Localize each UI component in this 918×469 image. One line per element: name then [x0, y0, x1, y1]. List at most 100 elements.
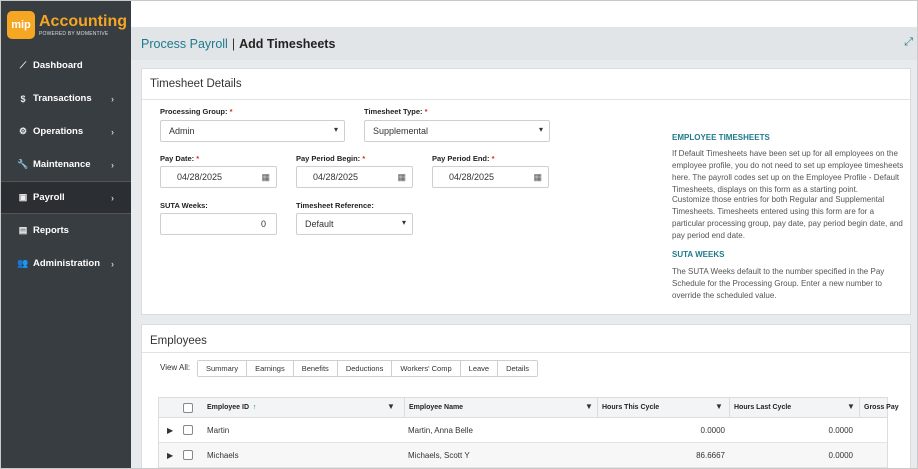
- suta-weeks-label: SUTA Weeks:: [160, 201, 208, 210]
- employee-id-cell: Martin: [207, 425, 230, 435]
- expand-row-icon[interactable]: ▶: [167, 418, 173, 442]
- pay-date-input[interactable]: 04/28/2025 ▦: [160, 166, 277, 188]
- view-all-label: View All:: [160, 363, 191, 372]
- column-employee-id[interactable]: Employee ID ↑: [207, 398, 256, 417]
- tab-deductions[interactable]: Deductions: [337, 361, 393, 376]
- customize-text: Customize those entries for both Regular…: [672, 195, 903, 240]
- app-window: mip Accounting POWERED BY MOMENTIVE ⟋ Da…: [0, 0, 918, 469]
- suta-weeks-heading: SUTA WEEKS: [672, 250, 725, 259]
- sidebar-item-transactions[interactable]: $ Transactions ›: [1, 82, 131, 115]
- calendar-icon[interactable]: ▦: [261, 172, 270, 183]
- sidebar-item-label: Administration: [33, 258, 101, 269]
- sidebar-item-label: Transactions: [33, 93, 92, 104]
- column-gross-pay[interactable]: Gross Pay: [859, 398, 899, 417]
- column-hours-last-cycle[interactable]: Hours Last Cycle: [729, 398, 791, 417]
- breadcrumb-separator: |: [231, 36, 236, 51]
- table-row[interactable]: ▶ Martin Martin, Anna Belle 0.0000 0.000…: [159, 418, 887, 443]
- hours-last-cycle-cell: 0.0000: [828, 425, 853, 435]
- timesheet-reference-value: Default: [305, 219, 334, 229]
- card-title: Employees: [150, 335, 207, 347]
- view-tabs: Summary Earnings Benefits Deductions Wor…: [197, 360, 539, 377]
- sidebar-item-label: Payroll: [33, 192, 65, 203]
- row-checkbox[interactable]: [183, 425, 193, 435]
- pay-period-end-input[interactable]: 04/28/2025 ▦: [432, 166, 549, 188]
- app-tagline: POWERED BY MOMENTIVE: [39, 30, 109, 37]
- employee-timesheets-text: If Default Timesheets have been set up f…: [672, 149, 904, 194]
- tab-benefits[interactable]: Benefits: [293, 361, 338, 376]
- timesheet-reference-select[interactable]: Default ▾: [296, 213, 413, 235]
- filter-icon[interactable]: ▼: [387, 402, 395, 411]
- sidebar-item-label: Reports: [33, 225, 69, 236]
- tab-earnings[interactable]: Earnings: [247, 361, 294, 376]
- app-name: Accounting: [39, 12, 127, 30]
- page-title: Add Timesheets: [239, 36, 336, 51]
- top-bar: [131, 1, 917, 27]
- users-icon: 👥: [17, 258, 29, 268]
- processing-group-select[interactable]: Admin ▾: [160, 120, 345, 142]
- timesheet-type-value: Supplemental: [373, 126, 429, 136]
- chevron-right-icon: ›: [111, 159, 114, 170]
- expand-row-icon[interactable]: ▶: [167, 443, 173, 467]
- processing-group-value: Admin: [169, 126, 195, 136]
- suta-weeks-text: The SUTA Weeks default to the number spe…: [672, 267, 885, 300]
- money-icon: ▣: [18, 192, 28, 202]
- employee-id-cell: Michaels: [207, 450, 239, 460]
- calendar-icon[interactable]: ▦: [397, 172, 406, 183]
- timesheet-details-card: Timesheet Details Processing Group: * Ad…: [141, 68, 911, 315]
- card-title: Timesheet Details: [150, 78, 242, 90]
- wrench-icon: 🔧: [17, 159, 29, 169]
- pay-period-end-value: 04/28/2025: [449, 172, 495, 182]
- timesheet-type-label: Timesheet Type: *: [364, 107, 428, 116]
- page-header: Process Payroll | Add Timesheets ⤢: [131, 27, 917, 60]
- row-checkbox[interactable]: [183, 450, 193, 460]
- sidebar-item-reports[interactable]: ▤ Reports: [1, 214, 131, 247]
- suta-weeks-input[interactable]: 0: [160, 213, 277, 235]
- caret-down-icon: ▾: [538, 125, 543, 134]
- chevron-right-icon: ›: [111, 258, 114, 269]
- pay-date-value: 04/28/2025: [177, 172, 223, 182]
- employee-timesheets-heading: EMPLOYEE TIMESHEETS: [672, 133, 770, 142]
- sidebar-item-label: Maintenance: [33, 159, 91, 170]
- sidebar-nav: ⟋ Dashboard $ Transactions › ⚙ Operation…: [1, 49, 131, 280]
- filter-icon[interactable]: ▼: [585, 402, 593, 411]
- processing-group-label: Processing Group: *: [160, 107, 233, 116]
- gears-icon: ⚙: [18, 126, 28, 136]
- sidebar-item-label: Dashboard: [33, 60, 83, 71]
- chevron-right-icon: ›: [111, 192, 114, 203]
- filter-icon[interactable]: ▼: [715, 402, 723, 411]
- app-logo[interactable]: mip Accounting POWERED BY MOMENTIVE: [7, 9, 127, 41]
- employees-card: Employees View All: Summary Earnings Ben…: [141, 324, 911, 468]
- suta-weeks-value: 0: [260, 219, 266, 229]
- main-area: Process Payroll | Add Timesheets ⤢ Times…: [131, 1, 917, 468]
- sidebar-item-operations[interactable]: ⚙ Operations ›: [1, 115, 131, 148]
- table-row[interactable]: ▶ Michaels Michaels, Scott Y 86.6667 0.0…: [159, 443, 887, 468]
- employees-grid: Employee ID ↑ ▼ Employee Name ▼ Hours Th…: [158, 397, 899, 468]
- column-hours-this-cycle[interactable]: Hours This Cycle: [597, 398, 659, 417]
- dollar-icon: $: [20, 93, 26, 104]
- column-employee-name[interactable]: Employee Name: [404, 398, 463, 417]
- pay-period-begin-value: 04/28/2025: [313, 172, 359, 182]
- sidebar-item-maintenance[interactable]: 🔧 Maintenance ›: [1, 148, 131, 181]
- tab-details[interactable]: Details: [498, 361, 538, 376]
- employee-name-cell: Martin, Anna Belle: [408, 425, 473, 435]
- timesheet-reference-label: Timesheet Reference:: [296, 201, 374, 210]
- pay-period-end-label: Pay Period End: *: [432, 154, 495, 163]
- sort-ascending-icon: ↑: [252, 404, 257, 411]
- breadcrumb-process-payroll[interactable]: Process Payroll: [141, 37, 228, 51]
- sidebar-item-administration[interactable]: 👥 Administration ›: [1, 247, 131, 280]
- chevron-right-icon: ›: [111, 93, 114, 104]
- timesheet-type-select[interactable]: Supplemental ▾: [364, 120, 550, 142]
- pay-period-begin-input[interactable]: 04/28/2025 ▦: [296, 166, 413, 188]
- caret-down-icon: ▾: [401, 218, 406, 227]
- filter-icon[interactable]: ▼: [847, 402, 855, 411]
- sidebar-item-dashboard[interactable]: ⟋ Dashboard: [1, 49, 131, 82]
- calendar-icon[interactable]: ▦: [533, 172, 542, 183]
- tab-leave[interactable]: Leave: [460, 361, 499, 376]
- expand-icon[interactable]: ⤢: [904, 36, 913, 49]
- select-all-checkbox[interactable]: [183, 402, 193, 413]
- sidebar-item-payroll[interactable]: ▣ Payroll ›: [1, 181, 131, 214]
- caret-down-icon: ▾: [333, 125, 338, 134]
- employee-name-cell: Michaels, Scott Y: [408, 450, 470, 460]
- tab-summary[interactable]: Summary: [198, 361, 248, 376]
- tab-workers-comp[interactable]: Workers' Comp: [392, 361, 461, 376]
